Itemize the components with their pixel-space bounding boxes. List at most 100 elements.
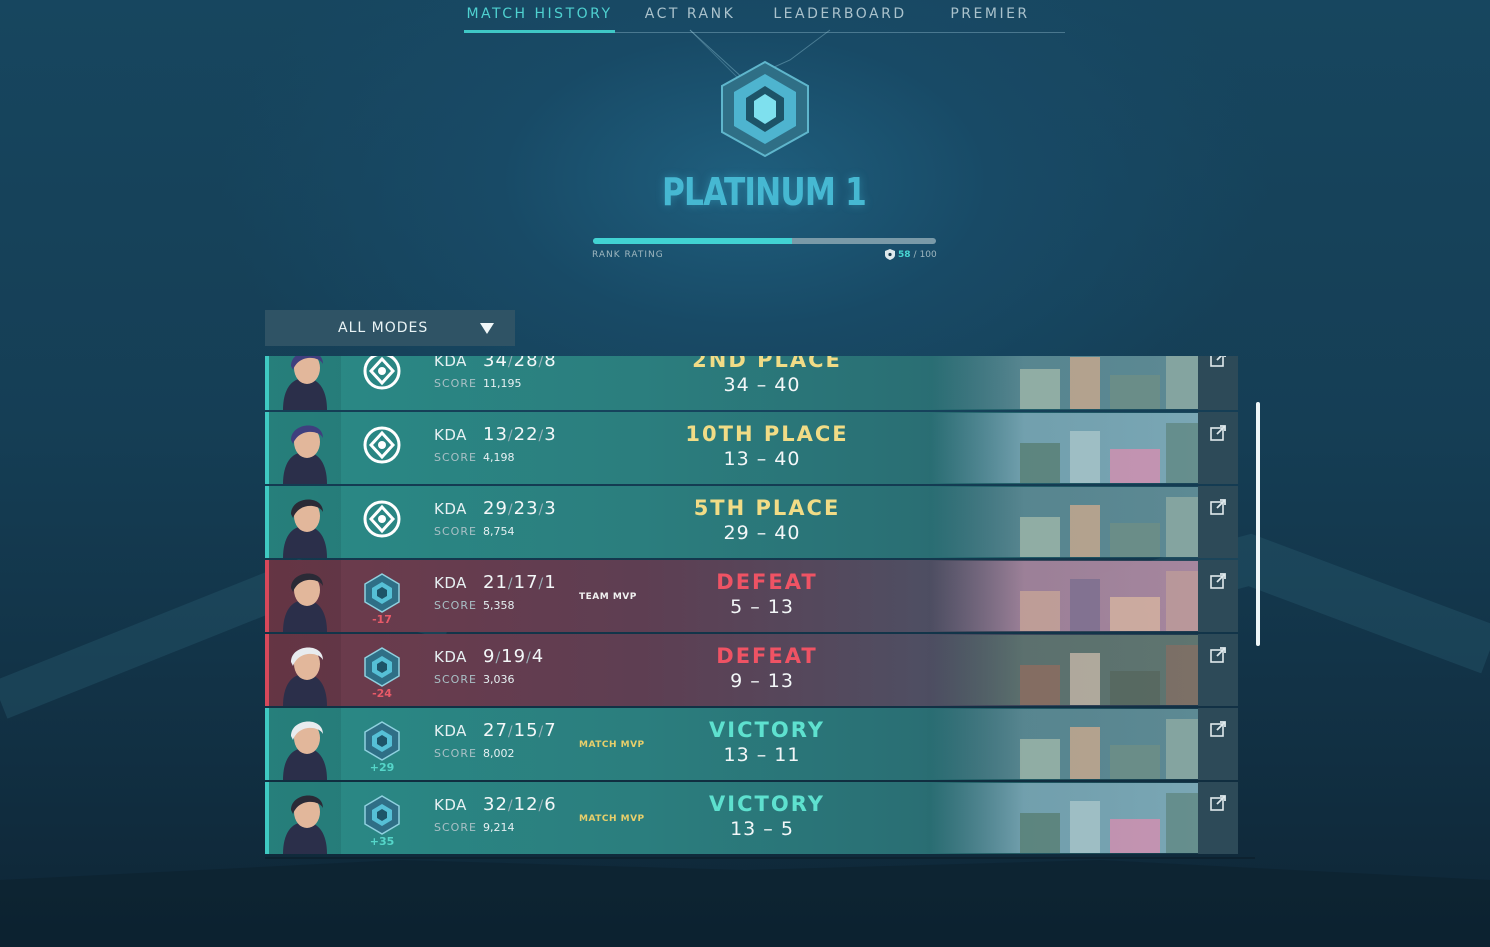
agent-portrait-white-hair — [269, 634, 341, 706]
platinum-rank-icon — [364, 647, 400, 687]
agent-portrait-short-hair — [269, 560, 341, 632]
score-label: SCORE — [434, 821, 477, 834]
mvp-badge: TEAM MVP — [579, 592, 637, 602]
kda-value: 21/17/1 — [483, 572, 557, 593]
rank-name: PLATINUM 1 — [662, 170, 867, 214]
match-row[interactable]: +29 KDA 27/15/7 SCORE 8,002 MATCH MVP VI… — [265, 708, 1238, 780]
rank-rating-value: 58/100 — [885, 249, 937, 260]
rank-rating-change: +29 — [369, 761, 395, 774]
round-score: 29 – 40 — [723, 522, 801, 544]
assists: 6 — [544, 794, 557, 815]
assists: 8 — [544, 356, 557, 371]
kda-label: KDA — [434, 426, 467, 444]
top-nav: MATCH HISTORY ACT RANK LEADERBOARD PREMI… — [464, 0, 1065, 33]
unrated-icon — [363, 426, 401, 464]
match-history-list[interactable]: KDA 34/28/8 SCORE 11,195 2ND PLACE 34 – … — [265, 356, 1255, 859]
map-thumbnail — [930, 709, 1198, 779]
deaths: 22 — [513, 424, 539, 445]
match-row[interactable]: KDA 29/23/3 SCORE 8,754 5TH PLACE 29 – 4… — [265, 486, 1238, 558]
kda-label: KDA — [434, 722, 467, 740]
deaths: 15 — [513, 720, 539, 741]
deaths: 17 — [513, 572, 539, 593]
kda-value: 13/22/3 — [483, 424, 557, 445]
combat-score: 8,002 — [483, 747, 515, 760]
round-score: 9 – 13 — [730, 670, 794, 692]
combat-score: 9,214 — [483, 821, 515, 834]
match-row[interactable]: KDA 13/22/3 SCORE 4,198 10TH PLACE 13 – … — [265, 412, 1238, 484]
kda-label: KDA — [434, 356, 467, 370]
agent-portrait-hooded — [269, 356, 341, 410]
rank-rating-separator: / — [913, 249, 917, 260]
match-result: 10TH PLACE — [685, 422, 849, 446]
match-row[interactable]: +35 KDA 32/12/6 SCORE 9,214 MATCH MVP VI… — [265, 782, 1238, 854]
match-details-button[interactable] — [1198, 708, 1238, 780]
list-bottom-edge — [265, 857, 1255, 859]
kills: 29 — [483, 498, 508, 519]
open-external-icon — [1210, 499, 1226, 515]
score-label: SCORE — [434, 673, 477, 686]
kda-label: KDA — [434, 648, 467, 666]
kills: 21 — [483, 572, 508, 593]
active-tab-indicator — [464, 30, 615, 33]
tab-premier[interactable]: PREMIER — [930, 6, 1050, 32]
open-external-icon — [1210, 573, 1226, 589]
map-thumbnail — [930, 783, 1198, 853]
assists: 4 — [531, 646, 545, 667]
caret-down-icon — [480, 323, 494, 334]
agent-portrait-masked — [269, 412, 341, 484]
match-details-button[interactable] — [1198, 782, 1238, 854]
open-external-icon — [1210, 356, 1226, 367]
score-label: SCORE — [434, 599, 477, 612]
shield-icon — [885, 249, 895, 260]
match-details-button[interactable] — [1198, 560, 1238, 632]
platinum-rank-icon — [364, 795, 400, 835]
deaths: 12 — [513, 794, 539, 815]
round-score: 13 – 40 — [723, 448, 801, 470]
map-thumbnail — [930, 635, 1198, 705]
deaths: 28 — [513, 356, 539, 371]
mvp-badge: MATCH MVP — [579, 814, 645, 824]
kills: 9 — [483, 646, 496, 667]
match-result: 5TH PLACE — [693, 496, 841, 520]
assists: 3 — [544, 424, 557, 445]
match-row[interactable]: KDA 34/28/8 SCORE 11,195 2ND PLACE 34 – … — [265, 356, 1238, 410]
match-row[interactable]: -17 KDA 21/17/1 SCORE 5,358 TEAM MVP DEF… — [265, 560, 1238, 632]
kills: 34 — [483, 356, 508, 371]
match-details-button[interactable] — [1198, 486, 1238, 558]
rank-rating-change: +35 — [369, 835, 395, 848]
open-external-icon — [1210, 795, 1226, 811]
kda-value: 34/28/8 — [483, 356, 557, 371]
match-details-button[interactable] — [1198, 412, 1238, 484]
match-result: DEFEAT — [716, 570, 818, 594]
rank-rating-max: 100 — [919, 249, 937, 260]
agent-portrait-short-hair — [269, 782, 341, 854]
map-thumbnail — [930, 561, 1198, 631]
open-external-icon — [1210, 647, 1226, 663]
score-label: SCORE — [434, 747, 477, 760]
match-result: 2ND PLACE — [692, 356, 842, 372]
score-label: SCORE — [434, 525, 477, 538]
tab-leaderboard[interactable]: LEADERBOARD — [764, 6, 916, 32]
deaths: 23 — [513, 498, 539, 519]
unrated-icon — [363, 356, 401, 390]
match-row[interactable]: -24 KDA 9/19/4 SCORE 3,036 DEFEAT 9 – 13 — [265, 634, 1238, 706]
assists: 1 — [544, 572, 557, 593]
tab-act-rank[interactable]: ACT RANK — [624, 6, 756, 32]
round-score: 5 – 13 — [730, 596, 794, 618]
match-details-button[interactable] — [1198, 356, 1238, 410]
round-score: 13 – 5 — [730, 818, 794, 840]
map-thumbnail — [930, 487, 1198, 557]
mode-filter-dropdown[interactable]: ALL MODES — [265, 310, 515, 346]
open-external-icon — [1210, 425, 1226, 441]
match-details-button[interactable] — [1198, 634, 1238, 706]
combat-score: 5,358 — [483, 599, 515, 612]
combat-score: 4,198 — [483, 451, 515, 464]
rank-rating-fill — [593, 238, 792, 244]
kda-label: KDA — [434, 500, 467, 518]
rank-rating-bar — [593, 238, 936, 244]
list-scrollbar[interactable] — [1256, 402, 1260, 646]
tab-match-history[interactable]: MATCH HISTORY — [464, 6, 615, 32]
open-external-icon — [1210, 721, 1226, 737]
round-score: 13 – 11 — [723, 744, 801, 766]
round-score: 34 – 40 — [723, 374, 801, 396]
